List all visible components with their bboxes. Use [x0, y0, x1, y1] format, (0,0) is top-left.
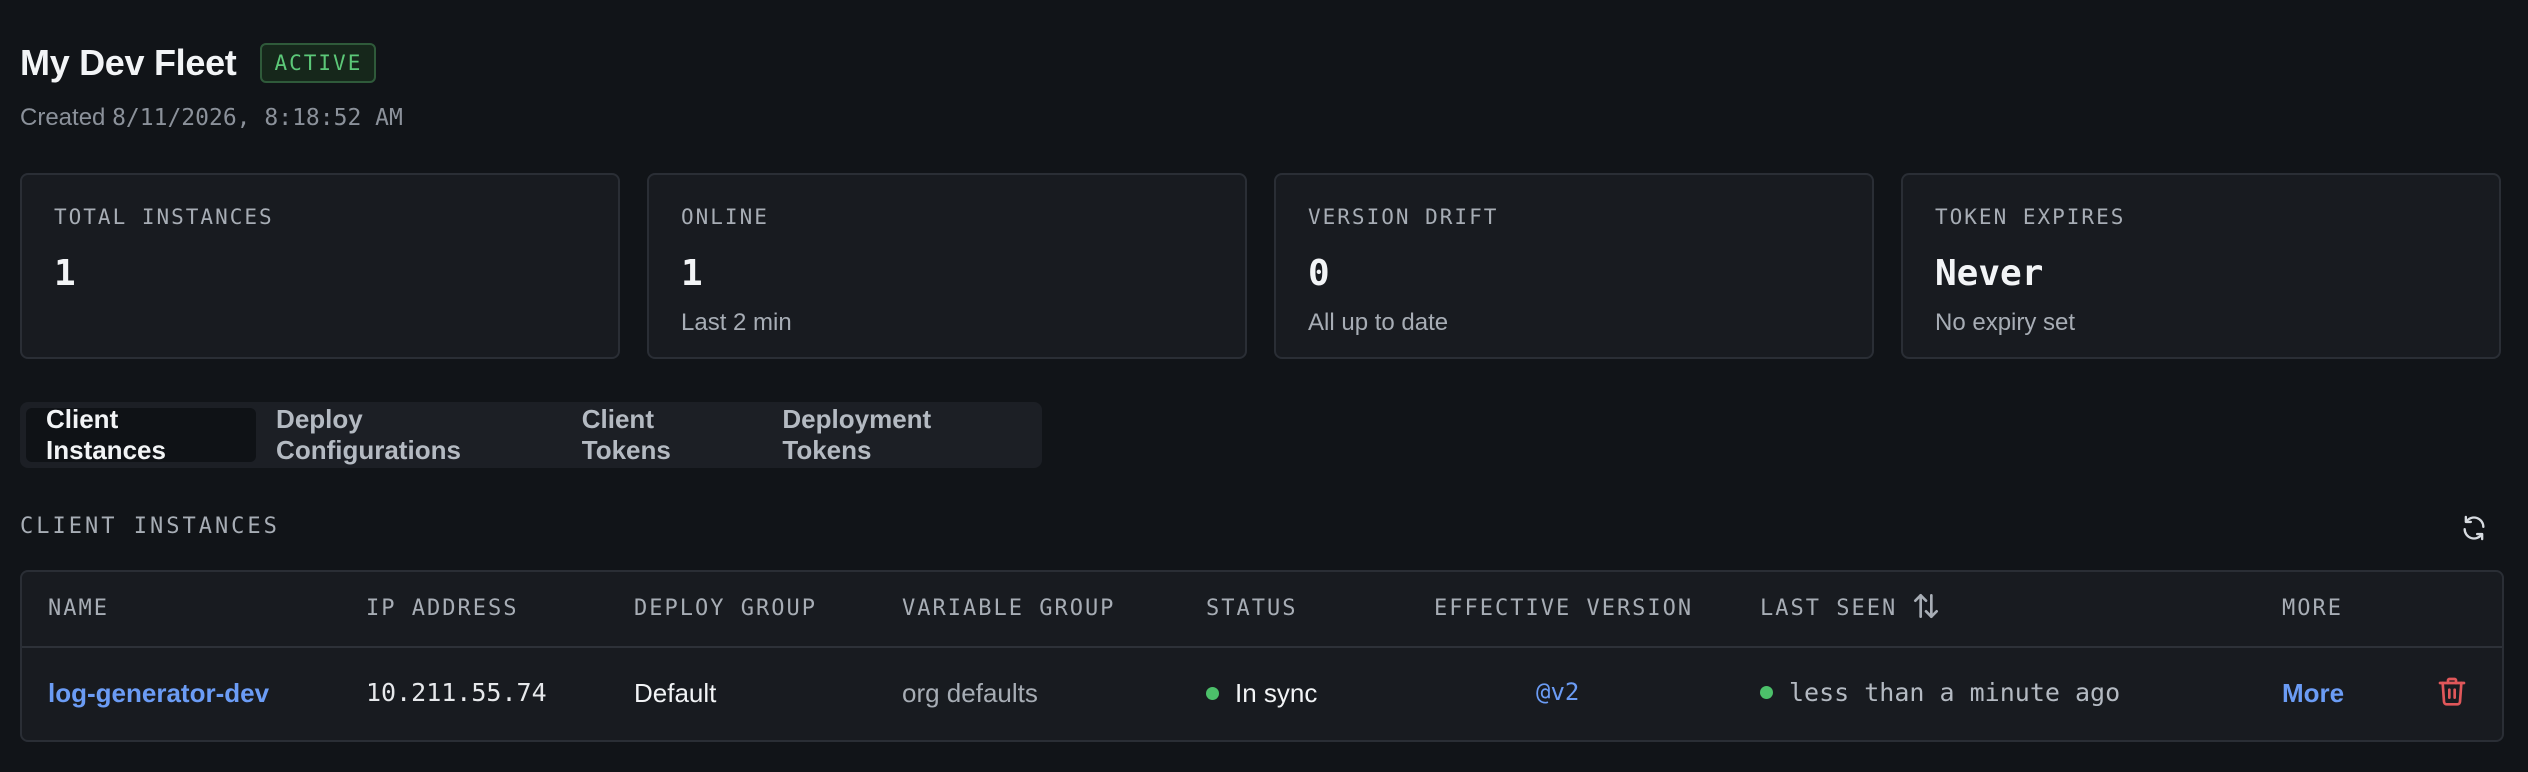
- deploy-group: Default: [634, 678, 717, 708]
- stat-label: VERSION DRIFT: [1308, 205, 1499, 229]
- column-header-name: NAME: [48, 596, 109, 621]
- table-row: log-generator-dev 10.211.55.74 Default o…: [22, 648, 2502, 742]
- delete-button[interactable]: [2436, 674, 2468, 713]
- column-header-variable-group: VARIABLE GROUP: [902, 596, 1116, 621]
- stat-label: TOKEN EXPIRES: [1935, 205, 2126, 229]
- ip-address: 10.211.55.74: [366, 678, 547, 707]
- stat-card-version-drift: VERSION DRIFT 0 All up to date: [1274, 173, 1874, 359]
- stat-value: Never: [1935, 253, 2044, 294]
- tab-client-instances[interactable]: Client Instances: [26, 404, 257, 465]
- stat-sub: No expiry set: [1935, 309, 2076, 336]
- created-timestamp: 8/11/2026, 8:18:52 AM: [112, 105, 403, 131]
- refresh-button[interactable]: [2456, 510, 2492, 546]
- stat-value: 0: [1308, 253, 1330, 294]
- stat-value: 1: [681, 253, 703, 294]
- column-header-deploy-group: DEPLOY GROUP: [634, 596, 817, 621]
- table-header: NAME IP ADDRESS DEPLOY GROUP VARIABLE GR…: [22, 572, 2502, 648]
- variable-group: org defaults: [902, 678, 1038, 708]
- stat-label: ONLINE: [681, 205, 769, 229]
- stat-sub: All up to date: [1308, 309, 1449, 336]
- stat-label: TOTAL INSTANCES: [54, 205, 274, 229]
- column-header-status: STATUS: [1206, 596, 1298, 621]
- client-instances-table: NAME IP ADDRESS DEPLOY GROUP VARIABLE GR…: [20, 570, 2504, 742]
- status-cell: In sync: [1206, 678, 1317, 709]
- stat-value: 1: [54, 253, 76, 294]
- page-header: My Dev Fleet ACTIVE: [20, 42, 377, 84]
- tab-client-tokens[interactable]: Client Tokens: [562, 404, 763, 465]
- sort-icon[interactable]: [1910, 590, 1942, 627]
- more-link[interactable]: More: [2282, 678, 2344, 709]
- stat-card-token-expires: TOKEN EXPIRES Never No expiry set: [1901, 173, 2501, 359]
- last-seen-cell: less than a minute ago: [1760, 678, 2120, 707]
- last-seen-text: less than a minute ago: [1789, 678, 2121, 707]
- column-header-ip-address: IP ADDRESS: [366, 596, 519, 621]
- tab-deploy-configurations[interactable]: Deploy Configurations: [256, 404, 562, 465]
- stat-sub: Last 2 min: [681, 309, 792, 336]
- online-dot-icon: [1760, 685, 1773, 699]
- instance-name-link[interactable]: log-generator-dev: [48, 678, 269, 709]
- section-title: CLIENT INSTANCES: [20, 514, 280, 539]
- tab-deployment-tokens[interactable]: Deployment Tokens: [762, 404, 1036, 465]
- tab-bar: Client Instances Deploy Configurations C…: [20, 402, 1042, 468]
- status-badge: ACTIVE: [260, 43, 377, 83]
- trash-icon: [2438, 677, 2466, 706]
- stat-card-online: ONLINE 1 Last 2 min: [647, 173, 1247, 359]
- effective-version: @v2: [1536, 678, 1580, 706]
- page-title: My Dev Fleet: [20, 42, 237, 83]
- status-dot-icon: [1206, 686, 1219, 700]
- stat-card-total-instances: TOTAL INSTANCES 1: [20, 173, 620, 359]
- created-label: Created: [20, 104, 106, 131]
- column-header-effective-version: EFFECTIVE VERSION: [1434, 596, 1694, 621]
- status-text: In sync: [1235, 678, 1318, 708]
- column-header-last-seen[interactable]: LAST SEEN: [1760, 596, 1897, 621]
- created-info: Created 8/11/2026, 8:18:52 AM: [20, 104, 403, 132]
- refresh-icon: [2463, 515, 2485, 541]
- column-header-more: MORE: [2282, 596, 2343, 621]
